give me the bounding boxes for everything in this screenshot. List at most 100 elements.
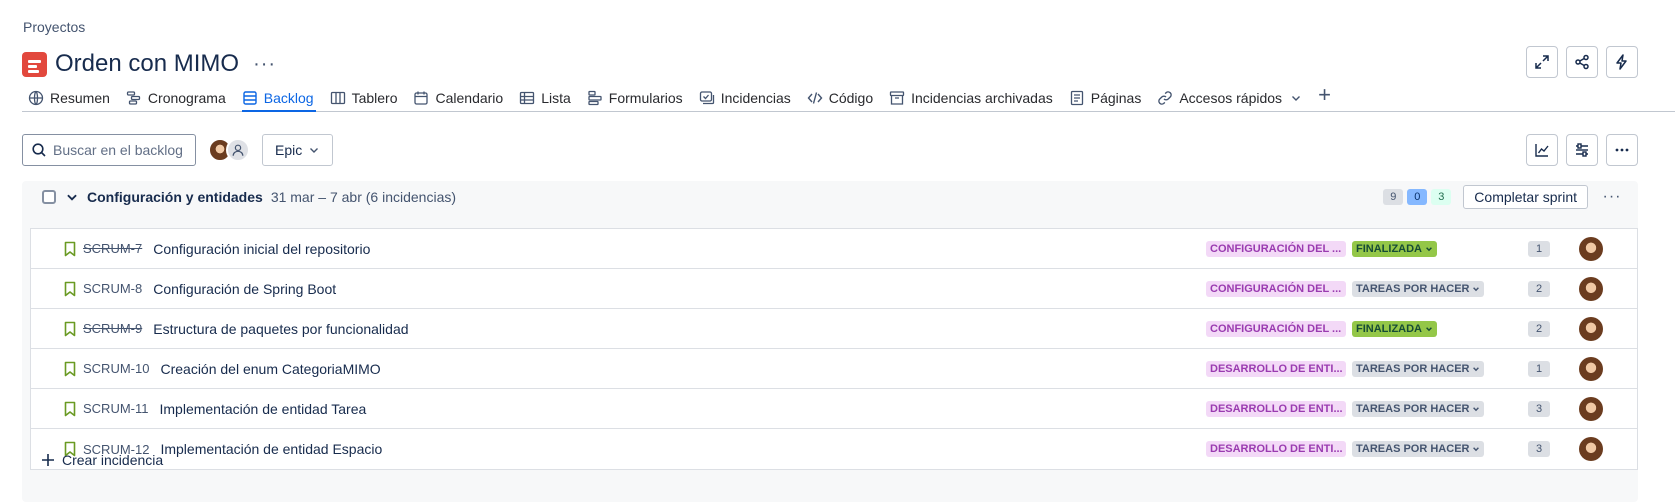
tab-formularios[interactable]: Formularios [581, 84, 693, 111]
story-points-badge[interactable]: 3 [1528, 441, 1550, 457]
avatar[interactable] [1579, 357, 1603, 381]
story-points-badge[interactable]: 1 [1528, 361, 1550, 377]
complete-sprint-button[interactable]: Completar sprint [1463, 185, 1588, 209]
person-icon [232, 144, 244, 156]
table-row[interactable]: SCRUM-7 Configuración inicial del reposit… [31, 229, 1637, 269]
avatar[interactable] [1579, 237, 1603, 261]
status-label: FINALIZADA [1356, 323, 1422, 335]
status-dropdown[interactable]: FINALIZADA [1352, 321, 1437, 337]
epic-lozenge[interactable]: DESARROLLO DE ENTI... [1206, 401, 1346, 417]
issue-key[interactable]: SCRUM-9 [83, 321, 142, 336]
fullscreen-button[interactable] [1526, 46, 1558, 78]
issue-summary[interactable]: Configuración inicial del repositorio [153, 241, 370, 257]
status-dropdown[interactable]: TAREAS POR HACER [1352, 401, 1485, 417]
tab-label: Backlog [263, 89, 314, 106]
tab-cronograma[interactable]: Cronograma [120, 84, 236, 111]
tab-calendario[interactable]: Calendario [407, 84, 513, 111]
chevron-down-icon[interactable] [65, 190, 79, 204]
avatar[interactable] [1579, 397, 1603, 421]
search-box[interactable] [22, 134, 196, 166]
status-label: TAREAS POR HACER [1356, 403, 1470, 415]
story-points-badge[interactable]: 3 [1528, 401, 1550, 417]
epic-lozenge[interactable]: CONFIGURACIÓN DEL ... [1206, 321, 1346, 337]
table-row[interactable]: SCRUM-12 Implementación de entidad Espaci… [31, 429, 1637, 469]
count-in-progress-badge: 0 [1407, 189, 1428, 205]
status-label: TAREAS POR HACER [1356, 363, 1470, 375]
epic-lozenge[interactable]: CONFIGURACIÓN DEL ... [1206, 241, 1346, 257]
issue-key[interactable]: SCRUM-7 [83, 241, 142, 256]
avatar-unassigned[interactable] [226, 138, 250, 162]
sprint-more-button[interactable]: ··· [1598, 188, 1626, 206]
sprint-container: Configuración y entidades 31 mar – 7 abr… [22, 181, 1638, 502]
story-icon [64, 361, 76, 376]
tab-accesos-rapidos[interactable]: Accesos rápidos [1151, 84, 1312, 111]
settings-sliders-icon [1576, 143, 1588, 157]
tab-label: Formularios [608, 89, 683, 106]
tab-incidencias-archivadas[interactable]: Incidencias archivadas [883, 84, 1063, 111]
avatar[interactable] [1579, 277, 1603, 301]
table-row[interactable]: SCRUM-9 Estructura de paquetes por funcio… [31, 309, 1637, 349]
status-dropdown[interactable]: TAREAS POR HACER [1352, 281, 1485, 297]
epic-lozenge[interactable]: DESARROLLO DE ENTI... [1206, 441, 1346, 457]
epic-lozenge[interactable]: CONFIGURACIÓN DEL ... [1206, 281, 1346, 297]
list-icon [520, 91, 535, 104]
chevron-down-icon [1426, 327, 1432, 332]
avatar[interactable] [1579, 437, 1603, 461]
status-dropdown[interactable]: TAREAS POR HACER [1352, 361, 1485, 377]
tab-resumen[interactable]: Resumen [22, 84, 120, 111]
table-row[interactable]: SCRUM-10 Creación del enum CategoriaMIMO D… [31, 349, 1637, 389]
tab-label: Incidencias archivadas [911, 89, 1053, 106]
avatar[interactable] [1579, 317, 1603, 341]
status-dropdown[interactable]: TAREAS POR HACER [1352, 441, 1485, 457]
calendar-icon [414, 91, 429, 105]
project-more-button[interactable]: ··· [253, 53, 276, 76]
issue-summary[interactable]: Creación del enum CategoriaMIMO [160, 361, 380, 377]
story-icon [64, 281, 76, 296]
table-row[interactable]: SCRUM-8 Configuración de Spring Boot CONFI… [31, 269, 1637, 309]
search-input[interactable] [53, 142, 183, 158]
more-icon [1615, 148, 1629, 152]
code-icon [807, 91, 823, 104]
more-actions-button[interactable] [1606, 134, 1638, 166]
issue-list: SCRUM-7 Configuración inicial del reposit… [30, 228, 1638, 470]
tab-lista[interactable]: Lista [513, 84, 581, 111]
chevron-down-icon [1473, 287, 1480, 292]
view-settings-button[interactable] [1566, 134, 1598, 166]
issue-key[interactable]: SCRUM-11 [83, 401, 149, 416]
add-tab-button[interactable]: + [1318, 84, 1331, 106]
issue-summary[interactable]: Estructura de paquetes por funcionalidad [153, 321, 408, 337]
story-points-badge[interactable]: 1 [1528, 241, 1550, 257]
tab-label: Accesos rápidos [1179, 89, 1283, 106]
tab-label: Tablero [351, 89, 398, 106]
chevron-down-icon [310, 148, 319, 153]
issue-summary[interactable]: Implementación de entidad Tarea [160, 401, 367, 417]
tab-backlog[interactable]: Backlog [236, 84, 324, 112]
sprint-name: Configuración y entidades [87, 189, 263, 205]
sprint-checkbox[interactable] [42, 190, 56, 204]
issue-key[interactable]: SCRUM-8 [83, 281, 142, 296]
story-points-badge[interactable]: 2 [1528, 281, 1550, 297]
tab-tablero[interactable]: Tablero [324, 84, 408, 111]
status-dropdown[interactable]: FINALIZADA [1352, 241, 1437, 257]
issue-summary[interactable]: Configuración de Spring Boot [153, 281, 336, 297]
tab-label: Páginas [1090, 89, 1142, 106]
share-icon [1575, 54, 1589, 70]
automation-button[interactable] [1606, 46, 1638, 78]
epic-filter-dropdown[interactable]: Epic [262, 134, 334, 166]
table-row[interactable]: SCRUM-11 Implementación de entidad Tarea D… [31, 389, 1637, 429]
epic-lozenge[interactable]: DESARROLLO DE ENTI... [1206, 361, 1346, 377]
tab-incidencias[interactable]: Incidencias [693, 84, 801, 111]
insights-button[interactable] [1526, 134, 1558, 166]
sprint-header: Configuración y entidades 31 mar – 7 abr… [22, 181, 1638, 213]
project-tabs: Resumen Cronograma Backlog Tablero Calen… [22, 84, 1675, 112]
chevron-down-icon [1473, 367, 1480, 372]
story-points-badge[interactable]: 2 [1528, 321, 1550, 337]
status-label: TAREAS POR HACER [1356, 283, 1470, 295]
breadcrumb[interactable]: Proyectos [23, 19, 85, 35]
create-issue-button[interactable]: Crear incidencia [40, 452, 163, 468]
share-button[interactable] [1566, 46, 1598, 78]
tab-codigo[interactable]: Código [801, 84, 883, 111]
issue-summary[interactable]: Implementación de entidad Espacio [160, 441, 382, 457]
issue-key[interactable]: SCRUM-10 [83, 361, 149, 376]
tab-paginas[interactable]: Páginas [1063, 84, 1152, 111]
